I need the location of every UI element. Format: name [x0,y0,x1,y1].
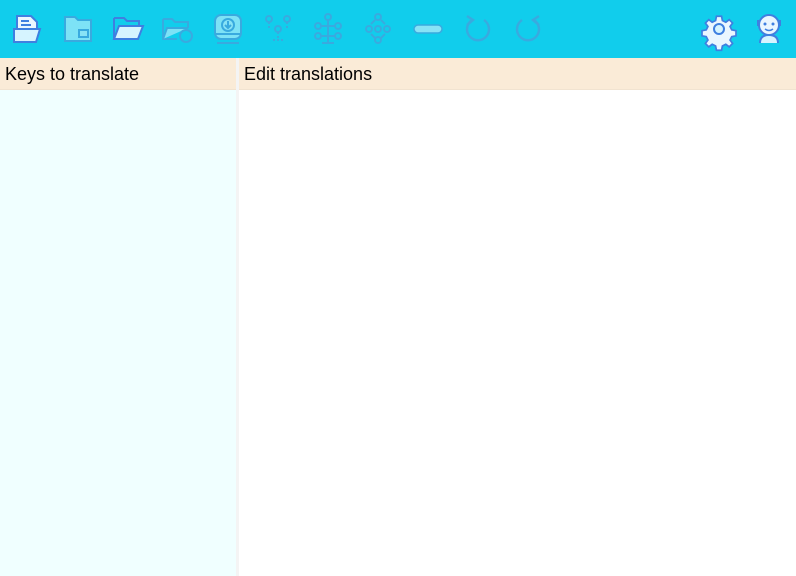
translations-panel-header: Edit translations [239,58,796,90]
add-key-button[interactable] [258,9,298,49]
save-project-icon [64,16,92,42]
settings-button[interactable] [699,9,739,52]
reload-project-icon [162,18,193,43]
open-project-button[interactable] [108,9,148,49]
settings-icon [701,15,737,52]
open-project-icon [112,17,145,40]
redo-icon [515,14,541,42]
keys-panel-header: Keys to translate [0,58,236,90]
remove-icon [413,24,443,34]
add-language-button[interactable] [358,9,398,49]
export-button[interactable] [208,9,248,49]
translations-panel: Edit translations [239,58,796,576]
translations-editor[interactable] [239,90,796,576]
undo-button[interactable] [458,9,498,49]
save-project-button[interactable] [58,9,98,49]
add-key-icon [265,15,291,41]
keys-tree[interactable] [0,90,236,576]
add-node-button[interactable] [308,9,348,49]
remove-button[interactable] [408,9,448,49]
new-project-button[interactable] [8,9,48,49]
toolbar [0,0,796,62]
add-language-icon [365,13,391,44]
about-button[interactable] [749,9,789,49]
redo-button[interactable] [508,9,548,49]
new-project-icon [13,15,42,43]
about-icon [757,14,781,44]
keys-panel: Keys to translate [0,58,236,576]
add-node-icon [314,13,342,44]
reload-project-button[interactable] [158,9,198,49]
export-icon [214,14,242,44]
undo-icon [465,14,491,42]
